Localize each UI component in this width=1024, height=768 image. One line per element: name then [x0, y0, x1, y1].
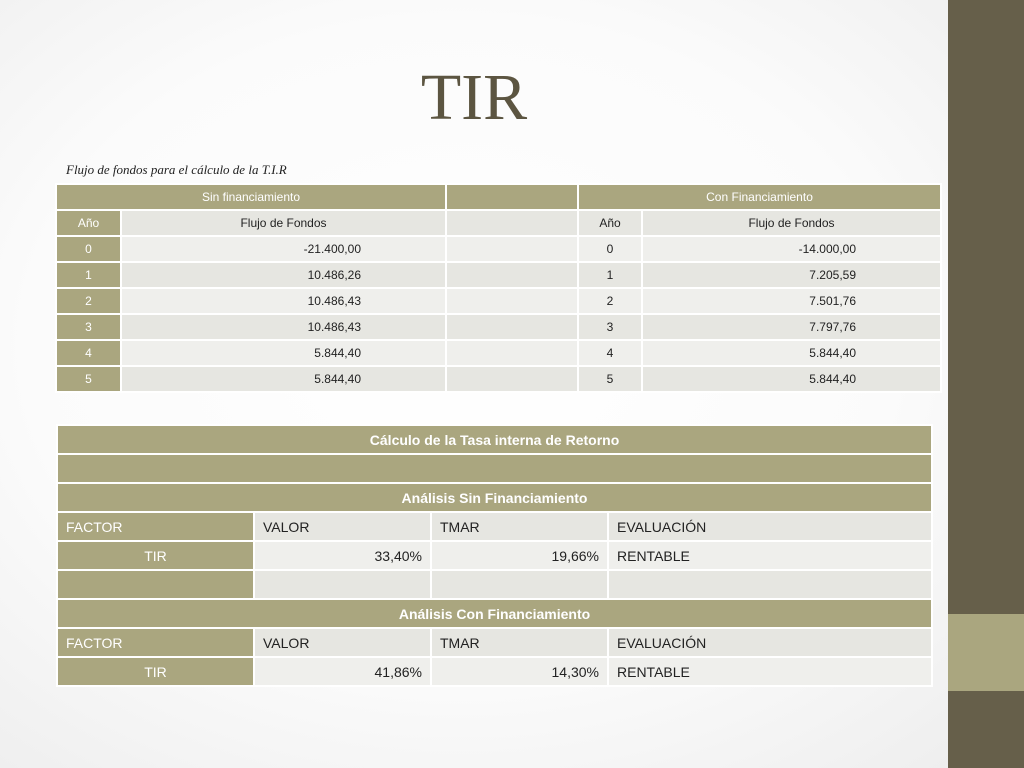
col-evaluacion: EVALUACIÓN: [606, 511, 934, 542]
blank-row: [56, 569, 934, 600]
tmar-cell: 14,30%: [430, 656, 609, 687]
blank-row: [55, 453, 934, 484]
table-row: TIR 41,86% 14,30% RENTABLE: [56, 656, 934, 687]
header-spacer: [445, 183, 579, 211]
flow-without-cell: 10.486,26: [120, 261, 447, 289]
year-cell: 0: [577, 235, 643, 263]
flow-without-cell: 10.486,43: [120, 287, 447, 315]
table-caption: Flujo de fondos para el cálculo de la T.…: [66, 162, 287, 177]
section-heading-row: Análisis Sin Financiamiento: [55, 482, 934, 513]
year-cell: 4: [55, 339, 122, 367]
column-header-row: FACTOR VALOR TMAR EVALUACIÓN: [56, 627, 934, 658]
flow-without-cell: 10.486,43: [120, 313, 447, 341]
year-cell: 2: [55, 287, 122, 315]
flow-with-cell: 7.797,76: [640, 313, 943, 341]
spacer-cell: [445, 235, 579, 263]
spacer-cell: [445, 209, 579, 237]
header-without-financing: Sin financiamiento: [55, 183, 447, 211]
table-row: TIR 33,40% 19,66% RENTABLE: [56, 540, 934, 571]
spacer-cell: [445, 261, 579, 289]
factor-cell: TIR: [56, 656, 255, 687]
table-row: 2 10.486,43 2 7.501,76: [55, 287, 943, 315]
tmar-cell: 19,66%: [430, 540, 609, 571]
spacer-cell: [445, 339, 579, 367]
header-with-financing: Con Financiamiento: [576, 183, 943, 211]
col-factor: FACTOR: [56, 511, 255, 542]
year-cell: 1: [55, 261, 122, 289]
sidebar-decoration-light: [948, 614, 1024, 691]
year-cell: 0: [55, 235, 122, 263]
col-valor: VALOR: [253, 511, 432, 542]
col-year-label: Año: [577, 209, 643, 237]
year-cell: 5: [577, 365, 643, 393]
blank-cell: [56, 569, 255, 600]
irr-title-row: Cálculo de la Tasa interna de Retorno: [55, 424, 934, 455]
irr-table: Cálculo de la Tasa interna de Retorno An…: [55, 424, 934, 687]
flow-with-cell: 5.844,40: [640, 365, 943, 393]
spacer-cell: [445, 313, 579, 341]
col-evaluacion: EVALUACIÓN: [606, 627, 934, 658]
col-tmar: TMAR: [430, 627, 609, 658]
year-cell: 2: [577, 287, 643, 315]
col-factor: FACTOR: [56, 627, 255, 658]
flow-with-cell: 7.205,59: [640, 261, 943, 289]
table-row: 5 5.844,40 5 5.844,40: [55, 365, 943, 393]
year-cell: 1: [577, 261, 643, 289]
year-cell: 5: [55, 365, 122, 393]
table-row: 0 -21.400,00 0 -14.000,00: [55, 235, 943, 263]
year-cell: 3: [55, 313, 122, 341]
year-cell: 4: [577, 339, 643, 367]
table-row: 1 10.486,26 1 7.205,59: [55, 261, 943, 289]
table-row: 3 10.486,43 3 7.797,76: [55, 313, 943, 341]
spacer-cell: [445, 365, 579, 393]
table-header-row: Sin financiamiento Con Financiamiento: [55, 183, 943, 211]
evaluacion-cell: RENTABLE: [606, 540, 934, 571]
col-flow-label: Flujo de Fondos: [120, 209, 447, 237]
table-row: 4 5.844,40 4 5.844,40: [55, 339, 943, 367]
column-header-row: FACTOR VALOR TMAR EVALUACIÓN: [56, 511, 934, 542]
flow-with-cell: 7.501,76: [640, 287, 943, 315]
evaluacion-cell: RENTABLE: [606, 656, 934, 687]
section-heading-with: Análisis Con Financiamiento: [55, 598, 934, 629]
col-flow-label: Flujo de Fondos: [640, 209, 943, 237]
valor-cell: 33,40%: [253, 540, 432, 571]
blank-cell: [253, 569, 432, 600]
flow-with-cell: 5.844,40: [640, 339, 943, 367]
col-year-label: Año: [55, 209, 122, 237]
blank-cell: [606, 569, 934, 600]
table-subheader-row: Año Flujo de Fondos Año Flujo de Fondos: [55, 209, 943, 237]
flow-without-cell: 5.844,40: [120, 365, 447, 393]
flow-without-cell: 5.844,40: [120, 339, 447, 367]
blank-cell: [430, 569, 609, 600]
blank-band: [55, 453, 934, 484]
irr-title: Cálculo de la Tasa interna de Retorno: [55, 424, 934, 455]
section-heading-row: Análisis Con Financiamiento: [55, 598, 934, 629]
flow-with-cell: -14.000,00: [640, 235, 943, 263]
cash-flow-table: Sin financiamiento Con Financiamiento Añ…: [55, 183, 943, 393]
col-valor: VALOR: [253, 627, 432, 658]
factor-cell: TIR: [56, 540, 255, 571]
spacer-cell: [445, 287, 579, 315]
section-heading-without: Análisis Sin Financiamiento: [55, 482, 934, 513]
flow-without-cell: -21.400,00: [120, 235, 447, 263]
valor-cell: 41,86%: [253, 656, 432, 687]
col-tmar: TMAR: [430, 511, 609, 542]
slide-title: TIR: [420, 61, 528, 134]
year-cell: 3: [577, 313, 643, 341]
